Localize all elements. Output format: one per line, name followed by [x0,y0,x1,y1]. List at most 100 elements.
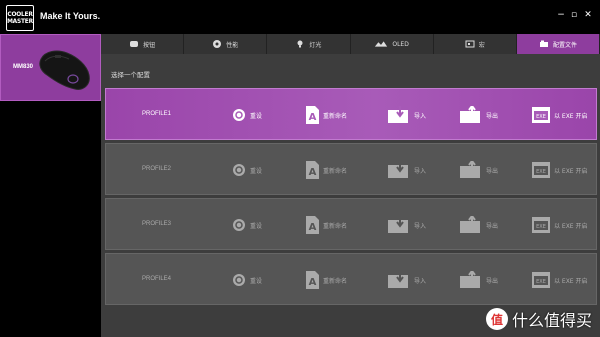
device-name: MM830 [13,64,34,70]
profile-name: PROFILE1 [142,111,172,117]
cooler-master-logo: COOLER MASTER [6,5,34,31]
svg-text:A: A [309,222,317,233]
title-bar: COOLER MASTER Make It Yours. − ▫ ✕ [0,0,600,34]
tab-performance[interactable]: 性能 [184,34,268,54]
export-button[interactable]: 导出 [460,213,498,237]
exe-icon: EXE [532,272,550,288]
exe-label: 以 EXE 开启 [554,112,588,120]
svg-text:EXE: EXE [536,114,546,120]
import-label: 导入 [414,277,427,285]
open-with-exe-button[interactable]: EXE 以 EXE 开启 [532,268,588,292]
profile-row-1[interactable]: PROFILE1 重设 A 重新命名 导入 导出 EXE 以 EXE 开启 [105,88,597,140]
profile-row-2[interactable]: PROFILE2 重设 A 重新命名 导入 导出 EXE 以 EXE 开启 [105,143,597,195]
exe-label: 以 EXE 开启 [554,277,588,285]
exe-icon: EXE [532,107,550,123]
close-button[interactable]: ✕ [582,9,594,21]
export-icon [460,271,480,288]
svg-text:EXE: EXE [536,169,546,175]
tab-label: 宏 [478,41,485,49]
rename-button[interactable]: A 重新命名 [306,103,347,127]
rename-label: 重新命名 [323,222,348,230]
tab-buttons[interactable]: 按钮 [101,34,185,54]
export-icon [460,106,480,123]
main-panel: 按钮 性能 灯光 OLED 宏 配置文件 选择一个配置 PROFILE1 重设 … [101,34,600,337]
profile-icon [539,40,548,47]
import-icon [388,161,408,178]
export-label: 导出 [486,167,499,175]
open-with-exe-button[interactable]: EXE 以 EXE 开启 [532,158,588,182]
rename-icon: A [306,216,319,234]
import-button[interactable]: 导入 [388,103,426,127]
rename-button[interactable]: A 重新命名 [306,268,347,292]
profile-name: PROFILE3 [142,221,172,227]
svg-text:A: A [309,112,317,123]
reset-icon [233,164,245,176]
tab-oled[interactable]: OLED [350,34,434,54]
export-button[interactable]: 导出 [460,103,498,127]
tagline: Make It Yours. [40,11,101,21]
tab-lighting[interactable]: 灯光 [267,34,351,54]
tab-label: 按钮 [143,41,156,49]
open-with-exe-button[interactable]: EXE 以 EXE 开启 [532,103,588,127]
export-label: 导出 [486,277,499,285]
export-button[interactable]: 导出 [460,268,498,292]
reset-button[interactable]: 重设 [232,158,262,182]
tab-label: 配置文件 [552,41,577,49]
reset-icon [233,219,245,231]
exe-label: 以 EXE 开启 [554,222,588,230]
mouse-image-icon [39,50,90,90]
reset-button[interactable]: 重设 [232,213,262,237]
rename-icon: A [306,106,319,124]
minimize-button[interactable]: − [555,9,567,21]
svg-text:A: A [309,167,317,178]
tab-bar: 按钮 性能 灯光 OLED 宏 配置文件 [101,34,600,54]
reset-icon [233,109,245,121]
export-label: 导出 [486,112,499,120]
rename-label: 重新命名 [323,277,348,285]
import-button[interactable]: 导入 [388,158,426,182]
rename-label: 重新命名 [323,112,348,120]
import-icon [388,216,408,233]
watermark-text: 什么值得买 [511,311,592,330]
tab-macro[interactable]: 宏 [433,34,517,54]
reset-label: 重设 [250,167,263,175]
import-label: 导入 [414,222,427,230]
rename-button[interactable]: A 重新命名 [306,213,347,237]
profile-row-4[interactable]: PROFILE4 重设 A 重新命名 导入 导出 EXE 以 EXE 开启 [105,253,597,305]
reset-button[interactable]: 重设 [232,268,262,292]
mouse-icon [130,41,139,47]
gauge-icon [213,40,222,48]
import-icon [388,271,408,288]
exe-icon: EXE [532,217,550,233]
profile-name: PROFILE4 [142,276,172,282]
lightbulb-icon [297,40,303,48]
profile-row-3[interactable]: PROFILE3 重设 A 重新命名 导入 导出 EXE 以 EXE 开启 [105,198,597,250]
tab-profiles[interactable]: 配置文件 [516,34,600,54]
reset-button[interactable]: 重设 [232,103,262,127]
tab-label: 性能 [226,41,239,49]
svg-text:EXE: EXE [536,279,546,285]
watermark: 值 什么值得买 [485,307,592,331]
rename-button[interactable]: A 重新命名 [306,158,347,182]
import-button[interactable]: 导入 [388,268,426,292]
export-button[interactable]: 导出 [460,158,498,182]
import-button[interactable]: 导入 [388,213,426,237]
section-label: 选择一个配置 [111,71,150,79]
oled-icon [375,41,388,47]
maximize-button[interactable]: ▫ [568,9,580,21]
logo-line2: MASTER [7,17,33,25]
open-with-exe-button[interactable]: EXE 以 EXE 开启 [532,213,588,237]
macro-icon [465,40,475,48]
exe-icon: EXE [532,162,550,178]
reset-label: 重设 [250,112,263,120]
import-label: 导入 [414,167,427,175]
exe-label: 以 EXE 开启 [554,167,588,175]
tab-label: OLED [392,40,409,48]
watermark-logo-icon: 值 [485,308,508,330]
device-panel: MM830 [0,34,101,337]
reset-label: 重设 [250,222,263,230]
svg-text:EXE: EXE [536,224,546,230]
rename-label: 重新命名 [323,167,348,175]
reset-icon [233,274,245,286]
device-card-mm830[interactable]: MM830 [0,34,101,101]
